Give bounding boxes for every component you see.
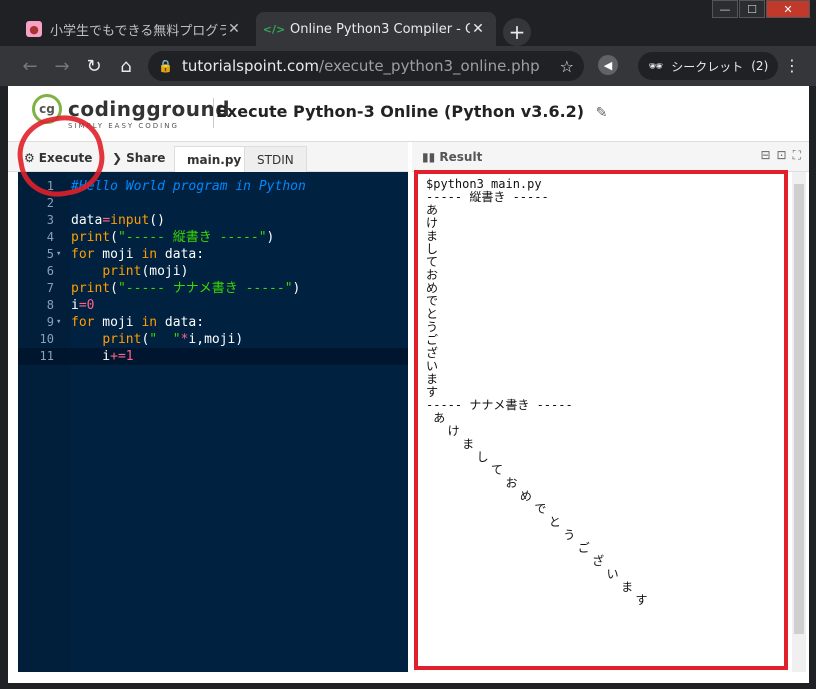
result-controls: ⊟ ⊡ ⛶ <box>760 148 801 163</box>
line-number: 4 <box>46 230 54 244</box>
code-text: i=0 <box>71 298 95 313</box>
url-host: tutorialspoint.com <box>182 57 320 75</box>
logo-name: codingground <box>68 97 231 121</box>
share-label: Share <box>126 151 166 165</box>
pig-favicon-icon: ● <box>26 21 42 37</box>
tab-inactive[interactable]: ● 小学生でもできる無料プログラミ ✕ <box>16 12 252 46</box>
tab-main-py[interactable]: main.py <box>174 146 255 172</box>
result-toolbar: ▮▮ Result ⊟ ⊡ ⛶ <box>412 142 809 172</box>
extension-icon[interactable]: ◀ <box>598 55 618 75</box>
minimize-icon[interactable]: — <box>712 0 738 18</box>
code-text: for moji in data: <box>71 315 205 330</box>
result-scrollbar[interactable] <box>792 172 806 672</box>
maximize-icon[interactable]: ☐ <box>739 0 765 18</box>
code-line[interactable]: 9 ▾ for moji in data: <box>18 314 408 331</box>
collapse-icon[interactable]: ⊟ <box>760 148 770 163</box>
code-text: print("----- 縦書き -----") <box>71 230 275 245</box>
fullscreen-icon[interactable]: ⛶ <box>793 148 801 163</box>
line-number: 2 <box>46 196 54 210</box>
tab-active[interactable]: </> Online Python3 Compiler - On ✕ <box>256 12 496 46</box>
chevron-right-icon: ❯ <box>112 151 123 165</box>
incognito-indicator[interactable]: 🕶 シークレット (2) <box>638 52 779 80</box>
address-bar[interactable]: 🔒 tutorialspoint.com/execute_python3_onl… <box>148 51 584 81</box>
code-line[interactable]: 8 i=0 <box>18 297 408 314</box>
fold-icon[interactable]: ▾ <box>56 246 61 263</box>
close-window-icon[interactable]: ✕ <box>766 0 810 18</box>
fold-icon[interactable]: ▾ <box>56 314 61 331</box>
code-line[interactable]: 3 data=input() <box>18 212 408 229</box>
code-text: print(moji) <box>102 264 189 279</box>
home-icon[interactable]: ⌂ <box>110 50 142 82</box>
incognito-icon: 🕶 <box>648 59 664 73</box>
code-text: #Hello World program in Python <box>71 179 306 194</box>
kebab-menu-icon[interactable]: ⋮ <box>784 56 800 75</box>
code-line[interactable]: 6 print(moji) <box>18 263 408 280</box>
page: cg codingground SIMPLY EASY CODING Execu… <box>8 86 809 683</box>
code-line[interactable]: 7 print("----- ナナメ書き -----") <box>18 280 408 297</box>
incognito-count: (2) <box>751 59 769 73</box>
back-icon[interactable]: ← <box>14 50 46 82</box>
incognito-label: シークレット <box>671 59 744 74</box>
edit-icon[interactable]: ✎ <box>596 105 608 121</box>
code-line[interactable]: 5 ▾ for moji in data: <box>18 246 408 263</box>
line-number: 5 <box>46 247 54 261</box>
line-number: 7 <box>46 281 54 295</box>
bar-chart-icon: ▮▮ <box>422 150 436 164</box>
tab-title: Online Python3 Compiler - On <box>290 21 470 37</box>
lock-icon: 🔒 <box>158 59 173 73</box>
window-controls: — ☐ ✕ <box>712 0 810 18</box>
code-text: i+=1 <box>71 349 134 364</box>
tab-title: 小学生でもできる無料プログラミ <box>50 23 226 39</box>
browser-toolbar: ← → ↻ ⌂ 🔒 tutorialspoint.com/execute_pyt… <box>0 46 816 86</box>
code-line[interactable]: 11 i+=1 <box>18 348 408 365</box>
line-number: 11 <box>39 349 54 363</box>
code-text: for moji in data: <box>71 247 205 262</box>
page-title: Execute Python-3 Online (Python v3.6.2) … <box>216 102 607 121</box>
reload-icon[interactable]: ↻ <box>78 50 110 82</box>
line-number: 3 <box>46 213 54 227</box>
code-editor[interactable]: 1 #Hello World program in Python 2 3 data=in… <box>18 172 408 672</box>
code-text: print(" "*i,moji) <box>102 332 244 347</box>
new-tab-button[interactable]: + <box>503 18 531 46</box>
code-line[interactable]: 10 print(" "*i,moji) <box>18 331 408 348</box>
code-text: data=input() <box>71 213 165 228</box>
line-number: 8 <box>46 298 54 312</box>
forward-icon[interactable]: → <box>46 50 78 82</box>
tab-stdin[interactable]: STDIN <box>244 146 307 172</box>
code-line[interactable]: 4 print("----- 縦書き -----") <box>18 229 408 246</box>
tab-close-icon[interactable]: ✕ <box>226 21 242 37</box>
code-line[interactable]: 2 <box>18 195 408 212</box>
result-label-text: Result <box>439 150 483 164</box>
scrollbar-thumb[interactable] <box>794 184 804 634</box>
line-number: 10 <box>39 332 54 346</box>
page-title-text: Execute Python-3 Online (Python v3.6.2) <box>216 102 585 121</box>
code-text: print("----- ナナメ書き -----") <box>71 281 301 296</box>
share-button[interactable]: ❯ Share <box>112 146 165 170</box>
restore-icon[interactable]: ⊡ <box>777 148 787 163</box>
tab-close-icon[interactable]: ✕ <box>470 21 486 37</box>
browser-titlebar: ● 小学生でもできる無料プログラミ ✕ </> Online Python3 C… <box>0 0 816 46</box>
line-number: 6 <box>46 264 54 278</box>
line-number: 9 <box>46 315 54 329</box>
result-label: ▮▮ Result <box>422 150 482 164</box>
url-path: /execute_python3_online.php <box>319 57 540 75</box>
code-favicon-icon: </> <box>262 22 286 36</box>
site-header: cg codingground SIMPLY EASY CODING Execu… <box>8 86 809 142</box>
annotation-red-box <box>414 170 788 670</box>
bookmark-star-icon[interactable]: ☆ <box>560 57 574 76</box>
header-divider <box>213 98 214 128</box>
